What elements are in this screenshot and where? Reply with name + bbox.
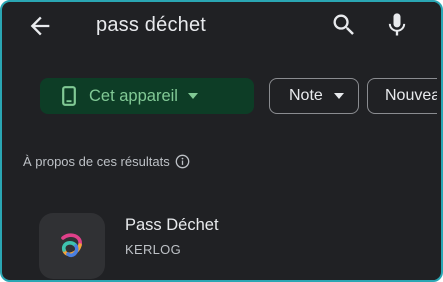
app-name: Pass Déchet bbox=[125, 216, 219, 234]
about-results-link[interactable]: À propos de ces résultats bbox=[23, 154, 190, 169]
app-developer: KERLOG bbox=[125, 242, 181, 257]
filter-chips: Cet appareil Note Nouveautés bbox=[12, 78, 437, 116]
filter-chip-label: Cet appareil bbox=[89, 86, 178, 105]
filter-chip-new[interactable]: Nouveautés bbox=[367, 78, 437, 114]
pass-dechet-logo bbox=[61, 233, 82, 258]
search-bar: pass déchet bbox=[12, 2, 437, 57]
filter-chip-label: Nouveautés bbox=[385, 87, 437, 104]
voice-search-button[interactable] bbox=[383, 10, 411, 40]
search-icon bbox=[333, 14, 354, 35]
screenshot-frame: pass déchet Cet appareil Note Nouve À pr… bbox=[0, 0, 443, 282]
filter-chip-note[interactable]: Note bbox=[269, 78, 359, 114]
microphone-icon bbox=[388, 13, 406, 36]
info-icon bbox=[175, 154, 190, 169]
about-results-label: À propos de ces résultats bbox=[23, 154, 170, 169]
dropdown-caret-icon bbox=[187, 93, 198, 99]
search-button[interactable] bbox=[330, 11, 358, 39]
search-query-text[interactable]: pass déchet bbox=[96, 14, 206, 37]
result-list-item[interactable]: Pass Déchet KERLOG bbox=[12, 202, 437, 280]
filter-chip-device[interactable]: Cet appareil bbox=[40, 78, 254, 114]
back-button[interactable] bbox=[26, 12, 54, 40]
play-store-search-screen: pass déchet Cet appareil Note Nouve À pr… bbox=[12, 2, 437, 280]
dropdown-caret-icon bbox=[333, 93, 344, 99]
arrow-back-icon bbox=[30, 16, 50, 36]
app-icon bbox=[39, 213, 105, 279]
phone-icon bbox=[62, 86, 76, 106]
filter-chip-label: Note bbox=[289, 87, 323, 104]
